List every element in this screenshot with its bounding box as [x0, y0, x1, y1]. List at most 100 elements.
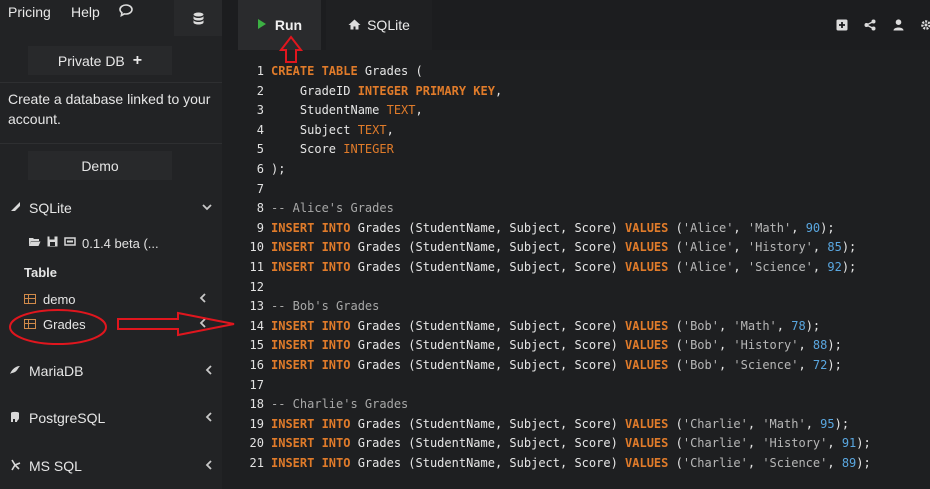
create-db-text: Create a database linked to your account… [8, 91, 211, 127]
code-icon[interactable] [64, 236, 76, 250]
line-number: 12 [249, 279, 264, 294]
code-line[interactable]: 6); [222, 160, 930, 180]
code-token: VALUES [625, 318, 669, 333]
line-number: 14 [249, 318, 264, 333]
code-token: 'Alice' [682, 220, 734, 235]
plus-square-icon[interactable] [836, 19, 848, 34]
code-line[interactable]: 5 Score INTEGER [222, 140, 930, 160]
code-token: , [827, 436, 842, 451]
code-token: ( [668, 240, 683, 255]
code-editor[interactable]: 1 CREATE TABLE Grades (2 GradeID INTEGER … [222, 62, 930, 473]
code-token: , [747, 455, 763, 470]
code-line[interactable]: 1 CREATE TABLE Grades ( [222, 62, 930, 82]
code-token: CREATE TABLE [271, 64, 358, 78]
line-number: 15 [249, 338, 264, 353]
sidebar-item-postgresql[interactable]: PostgreSQL [0, 407, 222, 429]
code-token: INSERT INTO [271, 338, 351, 353]
gear-icon[interactable] [920, 19, 930, 34]
code-token: -- Bob's Grades [271, 299, 380, 314]
code-token: TEXT [386, 103, 416, 118]
chevron-left-icon [205, 459, 212, 473]
code-token: ( [668, 318, 683, 333]
sidebar-item-mssql[interactable]: MS SQL [0, 455, 222, 477]
code-line[interactable]: 20 INSERT INTO Grades (StudentName, Subje… [222, 434, 930, 454]
code-token: 91 [841, 436, 857, 451]
code-line[interactable]: 3 StudentName TEXT, [222, 101, 930, 121]
line-number: 4 [256, 122, 264, 137]
code-line[interactable]: 17 [222, 376, 930, 396]
editor-toolbar: Run SQLite [222, 0, 930, 50]
help-link[interactable]: Help [71, 4, 100, 20]
code-token: , [812, 240, 828, 255]
code-line[interactable]: 4 Subject TEXT, [222, 121, 930, 141]
code-token: TEXT [357, 122, 387, 137]
editor-pane: Run SQLite 1 CREATE TABLE Grades (2 Gra… [222, 0, 930, 489]
code-line[interactable]: 19 INSERT INTO Grades (StudentName, Subje… [222, 415, 930, 435]
sidebar-item-mariadb[interactable]: MariaDB [0, 360, 222, 382]
line-number: 13 [249, 299, 264, 314]
code-token: Grades (StudentName, Subject, Score) [350, 455, 626, 470]
code-token: INSERT INTO [271, 259, 351, 274]
line-number: 18 [249, 397, 264, 412]
code-token: -- Alice's Grades [271, 201, 394, 216]
code-token: , [415, 103, 423, 118]
tab-sqlite[interactable]: SQLite [326, 0, 432, 50]
code-token: , [805, 416, 821, 431]
chevron-left-icon [205, 364, 212, 378]
table-item-demo[interactable]: demo [24, 289, 214, 309]
code-line[interactable]: 2 GradeID INTEGER PRIMARY KEY, [222, 82, 930, 102]
database-icon[interactable] [174, 0, 222, 36]
code-line[interactable]: 18 -- Charlie's Grades [222, 395, 930, 415]
demo-button[interactable]: Demo [28, 151, 172, 180]
code-text: ); [271, 160, 285, 180]
code-line[interactable]: 9 INSERT INTO Grades (StudentName, Subjec… [222, 219, 930, 239]
code-line[interactable]: 11 INSERT INTO Grades (StudentName, Subje… [222, 258, 930, 278]
code-line[interactable]: 7 [222, 180, 930, 200]
code-token: -- Charlie's Grades [271, 397, 409, 412]
code-line[interactable]: 15 INSERT INTO Grades (StudentName, Subje… [222, 336, 930, 356]
code-text: INSERT INTO Grades (StudentName, Subject… [271, 356, 842, 376]
sqlite-tools: 0.1.4 beta (... [28, 233, 159, 253]
code-token: 'Alice' [682, 259, 734, 274]
chevron-left-icon [205, 411, 212, 425]
code-token: Grades (StudentName, Subject, Score) [350, 240, 626, 255]
user-icon[interactable] [892, 18, 904, 34]
line-number: 17 [249, 377, 264, 392]
code-token: VALUES [625, 416, 669, 431]
run-label: Run [274, 17, 303, 33]
code-line[interactable]: 14 INSERT INTO Grades (StudentName, Subje… [222, 317, 930, 337]
code-token: 78 [791, 318, 806, 333]
code-line[interactable]: 13 -- Bob's Grades [222, 297, 930, 317]
table-item-grades[interactable]: Grades [24, 314, 214, 334]
code-token: Grades (StudentName, Subject, Score) [350, 318, 626, 333]
share-icon[interactable] [864, 19, 876, 34]
code-token: Grades (StudentName, Subject, Score) [350, 436, 626, 451]
code-token: INTEGER PRIMARY KEY [357, 83, 495, 98]
folder-open-icon[interactable] [28, 236, 41, 250]
save-icon[interactable] [47, 236, 58, 250]
private-db-button[interactable]: Private DB + [28, 46, 172, 75]
sidebar-item-label: PostgreSQL [29, 410, 106, 426]
code-token: 'Bob' [682, 357, 719, 372]
code-token: 90 [805, 220, 821, 235]
code-token: , [733, 259, 748, 274]
code-line[interactable]: 12 [222, 278, 930, 298]
pricing-link[interactable]: Pricing [8, 4, 51, 20]
code-line[interactable]: 10 INSERT INTO Grades (StudentName, Subje… [222, 238, 930, 258]
code-token: , [791, 220, 806, 235]
tab-label: SQLite [367, 17, 410, 33]
code-line[interactable]: 21 INSERT INTO Grades (StudentName, Subje… [222, 454, 930, 474]
play-icon [257, 18, 267, 33]
comment-icon[interactable] [119, 4, 133, 22]
code-token: , [798, 338, 813, 353]
code-token: 'Math' [762, 416, 806, 431]
code-text: INSERT INTO Grades (StudentName, Subject… [271, 238, 856, 258]
code-token: Score [271, 142, 344, 157]
version-label: 0.1.4 beta (... [82, 235, 159, 251]
code-token: 'Science' [762, 455, 828, 470]
code-line[interactable]: 8 -- Alice's Grades [222, 199, 930, 219]
sidebar-item-sqlite[interactable]: SQLite [0, 197, 222, 219]
code-token: 'Math' [747, 220, 792, 235]
run-button[interactable]: Run [238, 0, 321, 50]
code-line[interactable]: 16 INSERT INTO Grades (StudentName, Subje… [222, 356, 930, 376]
